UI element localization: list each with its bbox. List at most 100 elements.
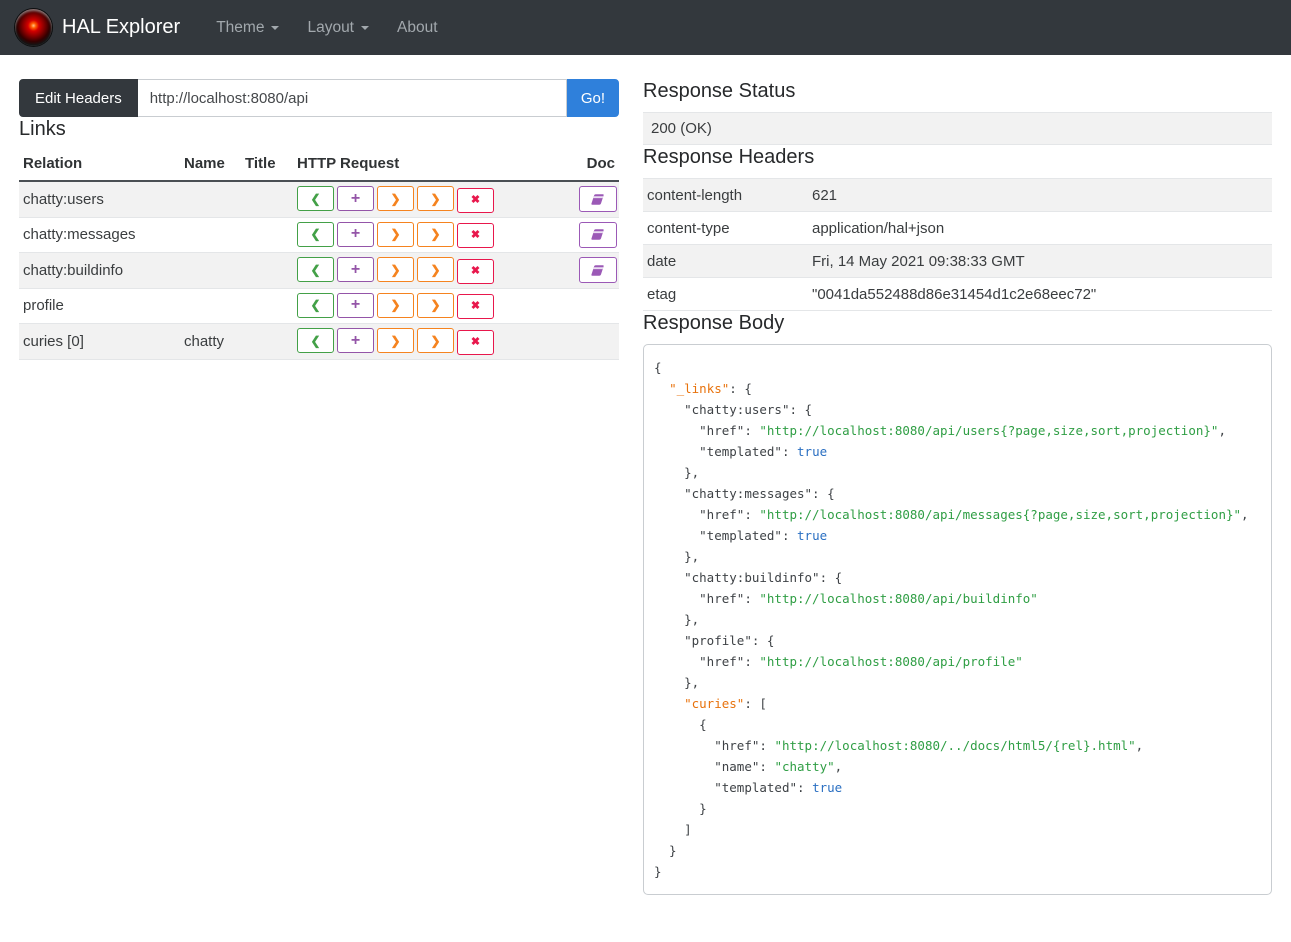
response-headers-table: content-length 621 content-type application…	[643, 178, 1272, 311]
http-request-cell: ❮ + ❯ ❯ ✖	[293, 287, 575, 324]
json-line: "href": "http://localhost:8080/api/users…	[699, 423, 1226, 438]
header-value: Fri, 14 May 2021 09:38:33 GMT	[808, 244, 1272, 278]
link-name: chatty	[180, 323, 241, 360]
doc-book-icon	[591, 229, 604, 240]
json-line: "href": "http://localhost:8080/api/messa…	[699, 507, 1249, 522]
json-line: }	[654, 801, 707, 816]
response-header-row: etag "0041da552488d86e31454d1c2e68eec72"	[643, 277, 1272, 311]
json-line: "templated": true	[699, 528, 828, 543]
json-line: "profile": {	[684, 633, 775, 648]
post-button[interactable]: +	[337, 257, 374, 282]
column-header-name: Name	[180, 150, 241, 182]
header-name: content-length	[643, 178, 808, 212]
json-line: {	[654, 360, 662, 375]
delete-button[interactable]: ✖	[457, 294, 494, 319]
put-button[interactable]: ❯	[377, 221, 414, 247]
link-row: profile ❮ + ❯ ❯ ✖	[19, 287, 619, 324]
delete-button[interactable]: ✖	[457, 223, 494, 248]
doc-book-icon	[591, 264, 604, 276]
doc-cell	[575, 323, 619, 360]
link-row: chatty:buildinfo ❮ + ❯ ❯ ✖	[19, 252, 619, 288]
link-row: chatty:users ❮ + ❯ ❯ ✖	[19, 180, 619, 217]
json-line: },	[654, 675, 700, 690]
http-request-cell: ❮ + ❯ ❯ ✖	[293, 323, 575, 360]
json-line: },	[654, 465, 700, 480]
response-status-title: Response Status	[643, 80, 796, 102]
header-value: 621	[808, 178, 1272, 212]
json-line: "curies": [	[684, 696, 767, 711]
patch-button[interactable]: ❯	[417, 292, 454, 318]
response-header-row: date Fri, 14 May 2021 09:38:33 GMT	[643, 244, 1272, 278]
patch-button[interactable]: ❯	[417, 186, 454, 211]
delete-button[interactable]: ✖	[457, 258, 494, 284]
get-button[interactable]: ❮	[297, 186, 334, 211]
json-line: "chatty:users": {	[684, 402, 813, 417]
put-button[interactable]: ❯	[377, 257, 414, 282]
post-button[interactable]: +	[337, 221, 374, 247]
http-request-cell: ❮ + ❯ ❯ ✖	[293, 216, 575, 253]
main-content: Edit Headers Go! Links Relation Name Tit…	[0, 55, 1291, 915]
json-line: "templated": true	[714, 780, 843, 795]
nav-item-label: Layout	[307, 18, 354, 36]
get-button[interactable]: ❮	[297, 257, 334, 282]
doc-book-icon	[591, 193, 604, 205]
links-table: Relation Name Title HTTP Request Doc cha…	[19, 150, 619, 360]
patch-button[interactable]: ❯	[417, 328, 454, 353]
link-title	[241, 216, 293, 253]
http-request-cell: ❮ + ❯ ❯ ✖	[293, 180, 575, 217]
header-value: "0041da552488d86e31454d1c2e68eec72"	[808, 277, 1272, 311]
doc-button[interactable]	[579, 257, 617, 284]
hal-eye-logo-icon	[15, 9, 52, 46]
navbar: HAL Explorer Theme Layout About	[0, 0, 1291, 55]
response-body-json: { "_links": { "chatty:users": { "href": …	[643, 344, 1272, 895]
response-header-row: content-type application/hal+json	[643, 211, 1272, 245]
nav-item-layout[interactable]: Layout	[293, 10, 383, 46]
json-line: "chatty:buildinfo": {	[684, 570, 843, 585]
patch-button[interactable]: ❯	[417, 221, 454, 247]
delete-button[interactable]: ✖	[457, 329, 494, 355]
link-row: chatty:messages ❮ + ❯ ❯ ✖	[19, 216, 619, 253]
brand[interactable]: HAL Explorer	[15, 9, 180, 46]
json-line: "templated": true	[699, 444, 828, 459]
link-relation: chatty:users	[19, 180, 180, 217]
link-relation: profile	[19, 287, 180, 324]
link-name	[180, 180, 241, 217]
doc-button[interactable]	[579, 186, 617, 213]
json-line: }	[654, 864, 662, 879]
link-name	[180, 216, 241, 253]
doc-button[interactable]	[579, 221, 617, 248]
response-headers-title: Response Headers	[643, 146, 815, 168]
post-button[interactable]: +	[337, 328, 374, 353]
put-button[interactable]: ❯	[377, 186, 414, 211]
get-button[interactable]: ❮	[297, 292, 334, 318]
edit-headers-button[interactable]: Edit Headers	[19, 79, 138, 117]
json-line: "chatty:messages": {	[684, 486, 835, 501]
post-button[interactable]: +	[337, 186, 374, 211]
url-input[interactable]	[137, 79, 567, 117]
link-title	[241, 180, 293, 217]
nav-menu: Theme Layout About	[202, 10, 451, 46]
http-request-cell: ❮ + ❯ ❯ ✖	[293, 252, 575, 288]
put-button[interactable]: ❯	[377, 292, 414, 318]
get-button[interactable]: ❮	[297, 221, 334, 247]
json-line: },	[654, 549, 700, 564]
left-panel: Edit Headers Go! Links Relation Name Tit…	[19, 79, 619, 895]
put-button[interactable]: ❯	[377, 328, 414, 353]
caret-down-icon	[271, 25, 280, 30]
patch-button[interactable]: ❯	[417, 257, 454, 282]
doc-cell	[575, 216, 619, 253]
post-button[interactable]: +	[337, 292, 374, 318]
json-line: "href": "http://localhost:8080/api/build…	[699, 591, 1038, 606]
json-line: "name": "chatty",	[714, 759, 843, 774]
nav-item-about[interactable]: About	[383, 10, 452, 46]
request-bar: Edit Headers Go!	[19, 79, 619, 117]
doc-cell	[575, 252, 619, 288]
json-line: "href": "http://localhost:8080/api/profi…	[699, 654, 1023, 669]
nav-item-theme[interactable]: Theme	[202, 10, 293, 46]
response-header-row: content-length 621	[643, 178, 1272, 212]
go-button[interactable]: Go!	[566, 79, 619, 117]
doc-cell	[575, 180, 619, 217]
get-button[interactable]: ❮	[297, 328, 334, 353]
delete-button[interactable]: ✖	[457, 187, 494, 213]
column-header-doc: Doc	[575, 150, 619, 182]
